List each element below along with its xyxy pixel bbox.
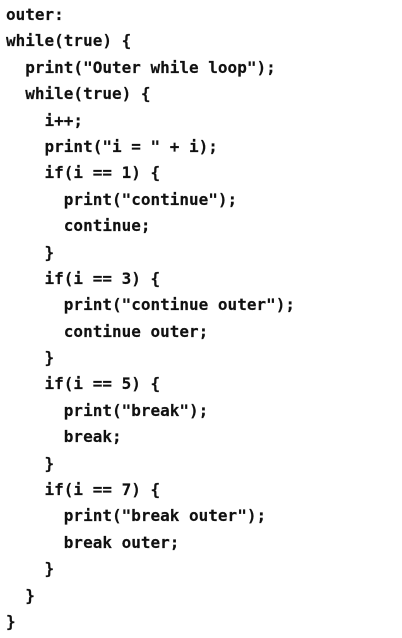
code-line: continue; [6, 216, 151, 236]
code-line: print("continue outer"); [6, 295, 295, 315]
code-line: outer: [6, 5, 64, 24]
code-line: i++; [6, 110, 84, 130]
code-line: break; [6, 427, 122, 447]
code-line: if(i == 7) { [6, 480, 161, 500]
code-line: } [6, 453, 55, 473]
code-line: } [6, 611, 16, 631]
code-line: break outer; [6, 532, 180, 552]
code-line: print("break outer"); [6, 506, 267, 526]
code-line: while(true) { [6, 84, 151, 104]
code-line: print("i = " + i); [6, 136, 218, 156]
code-line: } [6, 348, 55, 368]
code-line: print("break"); [6, 400, 209, 420]
code-line: print("Outer while loop"); [6, 57, 276, 77]
code-line: if(i == 1) { [6, 163, 161, 183]
code-listing: outer: while(true) { print("Outer while … [6, 2, 295, 635]
code-line: } [6, 559, 55, 579]
code-line: while(true) { [6, 31, 132, 51]
code-line: if(i == 3) { [6, 268, 161, 288]
code-line: continue outer; [6, 321, 209, 341]
code-line: print("continue"); [6, 189, 238, 209]
code-line: } [6, 585, 35, 605]
code-line: } [6, 242, 55, 262]
code-line: if(i == 5) { [6, 374, 161, 394]
